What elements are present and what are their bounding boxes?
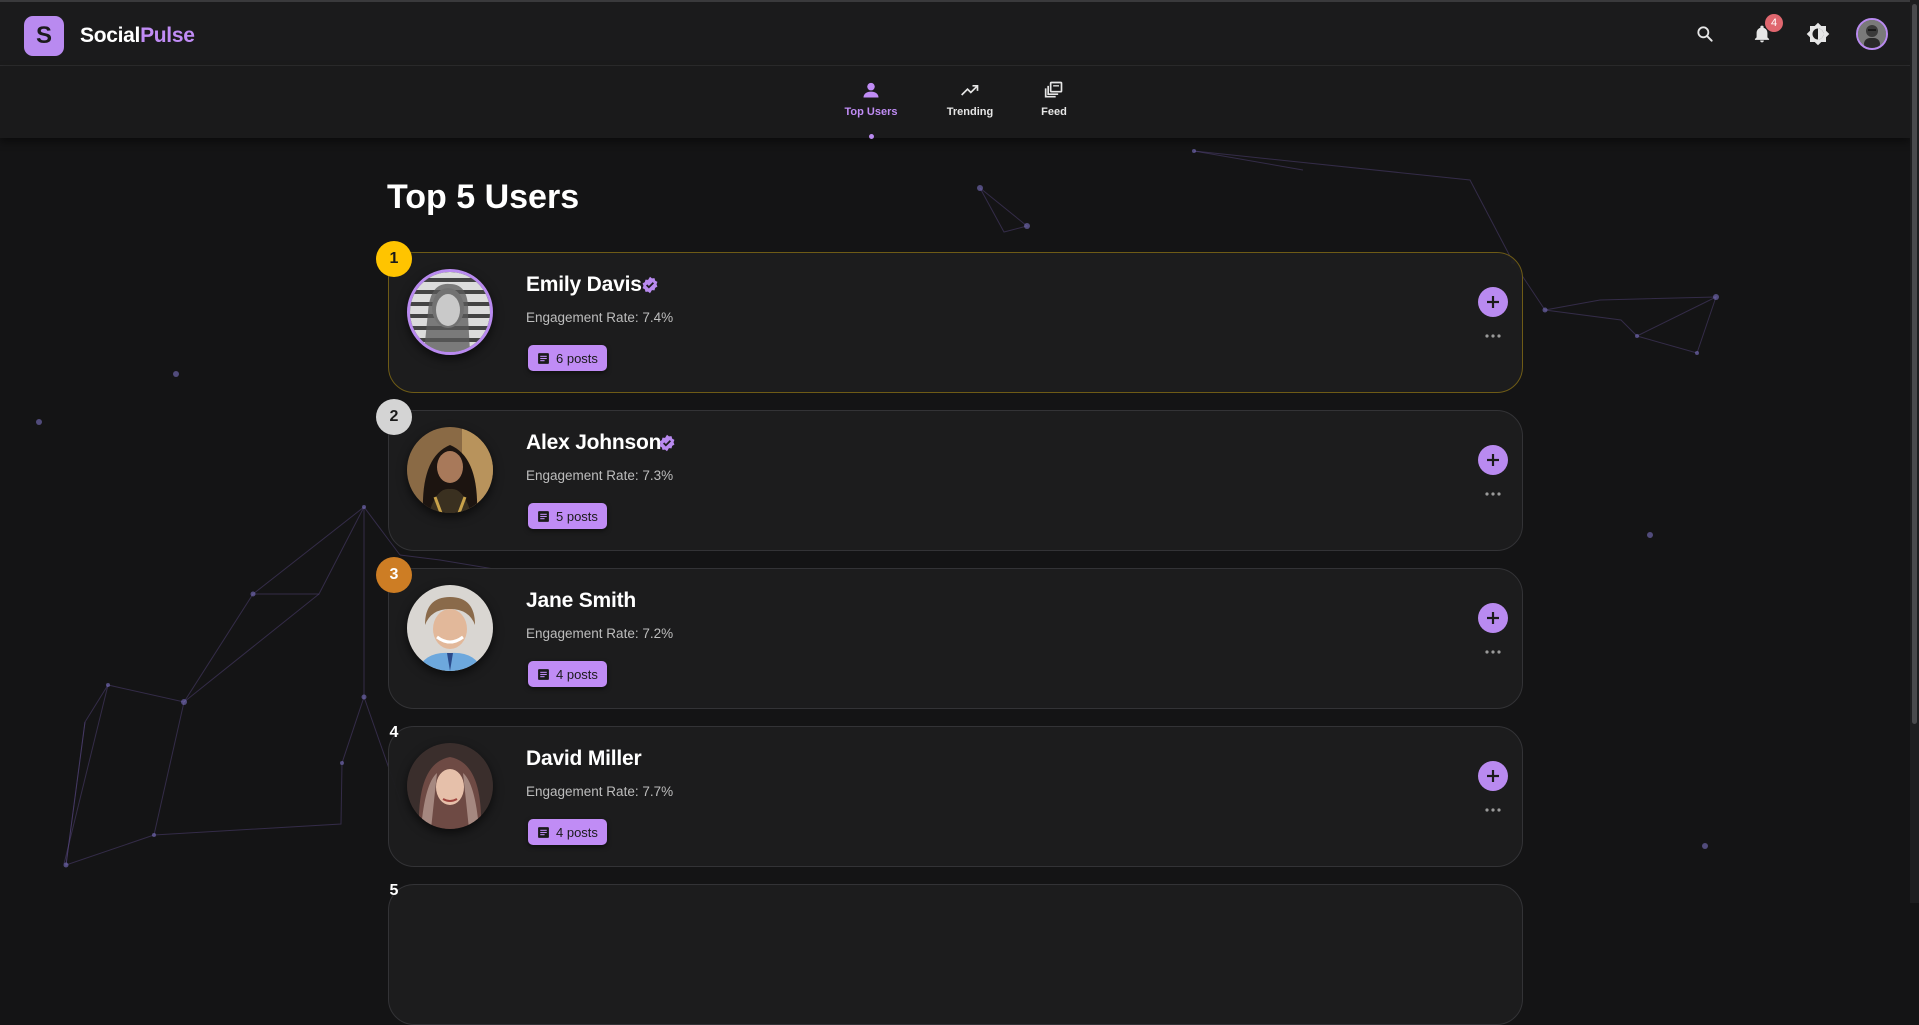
brand-second: Pulse [140, 24, 195, 47]
user-name[interactable]: Jane Smith [526, 589, 636, 613]
posts-count: 6 posts [556, 350, 598, 366]
active-tab-indicator [869, 134, 874, 139]
engagement-rate: Engagement Rate: 7.7% [526, 784, 674, 799]
verified-icon [641, 276, 659, 294]
rank-badge: 5 [389, 882, 399, 899]
app-brand[interactable]: SocialPulse [80, 24, 195, 48]
engagement-rate: Engagement Rate: 7.2% [526, 626, 674, 641]
tab-label: Feed [1041, 106, 1067, 118]
tab-label: Trending [946, 106, 994, 118]
plus-icon [1487, 454, 1499, 466]
article-icon [538, 826, 549, 838]
posts-count: 4 posts [556, 824, 598, 840]
plus-icon [1487, 770, 1499, 782]
posts-badge[interactable]: 4 posts [528, 819, 607, 845]
library-icon [1037, 80, 1071, 102]
page-title: Top 5 Users [387, 178, 580, 216]
follow-button[interactable] [1478, 445, 1508, 475]
user-card[interactable]: Emily Davis Engagement Rate: 7.4% 6 post… [388, 252, 1523, 393]
tab-trending[interactable]: Trending [943, 80, 997, 118]
rank-badge: 2 [376, 399, 412, 435]
notification-count-badge: 4 [1765, 14, 1783, 32]
user-avatar[interactable] [407, 427, 493, 513]
user-card[interactable] [388, 884, 1523, 1025]
person-icon [843, 80, 899, 102]
plus-icon [1487, 296, 1499, 308]
tab-feed[interactable]: Feed [1037, 80, 1071, 118]
user-card[interactable]: Alex Johnson Engagement Rate: 7.3% 5 pos… [388, 410, 1523, 551]
more-options-icon[interactable] [1478, 645, 1508, 659]
posts-badge[interactable]: 4 posts [528, 661, 607, 687]
tab-top-users[interactable]: Top Users [843, 80, 899, 118]
user-avatar[interactable] [407, 269, 493, 355]
follow-button[interactable] [1478, 603, 1508, 633]
article-icon [538, 352, 549, 364]
scrollbar-thumb[interactable] [1912, 4, 1917, 724]
plus-icon [1487, 612, 1499, 624]
engagement-rate: Engagement Rate: 7.3% [526, 468, 674, 483]
user-name[interactable]: Emily Davis [526, 273, 642, 297]
user-card[interactable]: David Miller Engagement Rate: 7.7% 4 pos… [388, 726, 1523, 867]
more-options-icon[interactable] [1478, 487, 1508, 501]
verified-icon [658, 434, 676, 452]
user-avatar[interactable] [407, 743, 493, 829]
user-avatar[interactable] [407, 585, 493, 671]
rank-badge: 1 [376, 241, 412, 277]
article-icon [538, 668, 549, 680]
engagement-rate: Engagement Rate: 7.4% [526, 310, 674, 325]
posts-count: 4 posts [556, 666, 598, 682]
article-icon [538, 510, 549, 522]
trending-up-icon [943, 80, 997, 102]
tab-label: Top Users [844, 106, 898, 118]
more-options-icon[interactable] [1478, 803, 1508, 817]
posts-badge[interactable]: 5 posts [528, 503, 607, 529]
rank-badge: 3 [376, 557, 412, 593]
avatar[interactable] [1856, 18, 1888, 50]
user-card[interactable]: Jane Smith Engagement Rate: 7.2% 4 posts [388, 568, 1523, 709]
search-icon[interactable] [1693, 22, 1717, 46]
posts-count: 5 posts [556, 508, 598, 524]
tab-bar: Top Users Trending Feed [0, 66, 1910, 138]
user-name[interactable]: Alex Johnson [526, 431, 661, 455]
top-app-bar: S SocialPulse 4 [0, 0, 1910, 66]
follow-button[interactable] [1478, 287, 1508, 317]
user-name[interactable]: David Miller [526, 747, 642, 771]
brand-first: Social [80, 24, 141, 47]
brightness-icon[interactable] [1806, 22, 1830, 46]
rank-badge: 4 [389, 724, 399, 741]
follow-button[interactable] [1478, 761, 1508, 791]
app-logo[interactable]: S [24, 16, 64, 56]
more-options-icon[interactable] [1478, 329, 1508, 343]
posts-badge[interactable]: 6 posts [528, 345, 607, 371]
